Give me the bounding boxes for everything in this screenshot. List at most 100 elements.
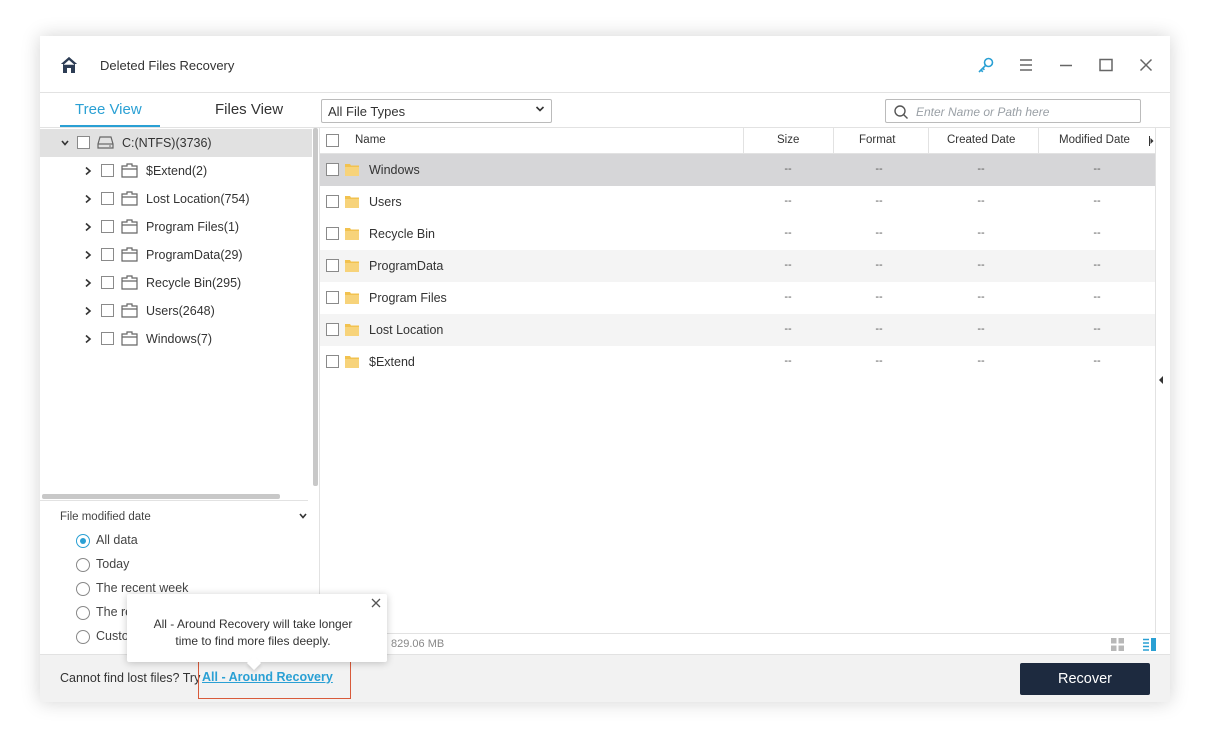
row-created: --	[977, 291, 985, 303]
chevron-down-icon[interactable]	[60, 138, 70, 148]
row-checkbox[interactable]	[326, 163, 339, 176]
tree-item[interactable]: Recycle Bin(295)	[40, 269, 312, 297]
row-size: --	[784, 355, 792, 367]
chevron-right-icon[interactable]	[84, 334, 92, 344]
folder-icon	[345, 292, 359, 304]
table-row[interactable]: Lost Location -- -- -- --	[320, 314, 1155, 346]
divider	[40, 500, 308, 501]
tree-item-checkbox[interactable]	[101, 248, 114, 261]
title-bar: Deleted Files Recovery	[40, 36, 1170, 93]
folder-outline-icon	[121, 163, 138, 178]
maximize-icon[interactable]	[1097, 56, 1115, 74]
tree-item[interactable]: Program Files(1)	[40, 213, 312, 241]
tree-root-checkbox[interactable]	[77, 136, 90, 149]
chevron-right-icon[interactable]	[84, 194, 92, 204]
select-all-checkbox[interactable]	[326, 134, 339, 147]
row-format: --	[875, 291, 883, 303]
row-checkbox[interactable]	[326, 291, 339, 304]
tree-item-checkbox[interactable]	[101, 220, 114, 233]
row-created: --	[977, 163, 985, 175]
table-row[interactable]: ProgramData -- -- -- --	[320, 250, 1155, 282]
close-icon[interactable]	[371, 598, 381, 608]
table-header: Name Size Format Created Date Modified D…	[320, 128, 1155, 154]
table-row[interactable]: Recycle Bin -- -- -- --	[320, 218, 1155, 250]
table-row[interactable]: Users -- -- -- --	[320, 186, 1155, 218]
caret-left-icon[interactable]	[1158, 376, 1164, 384]
chevron-right-icon[interactable]	[84, 278, 92, 288]
column-format[interactable]: Format	[859, 134, 895, 146]
folder-outline-icon	[121, 275, 138, 290]
tree-item[interactable]: Windows(7)	[40, 325, 312, 353]
tree-item-label: Users(2648)	[146, 304, 215, 318]
row-created: --	[977, 227, 985, 239]
row-created: --	[977, 259, 985, 271]
row-name: Lost Location	[369, 323, 444, 337]
list-view-icon[interactable]	[1142, 637, 1157, 652]
toolbar: Tree View Files View All File Types Ente…	[40, 93, 1170, 128]
file-list-pane: Name Size Format Created Date Modified D…	[320, 128, 1170, 654]
preview-divider	[1155, 128, 1156, 633]
chevron-right-icon[interactable]	[84, 250, 92, 260]
radio-label: Custo	[96, 629, 129, 643]
radio-button[interactable]	[76, 582, 90, 596]
column-separator[interactable]	[743, 128, 744, 154]
radio-button[interactable]	[76, 534, 90, 548]
chevron-right-icon[interactable]	[84, 222, 92, 232]
column-created-date[interactable]: Created Date	[947, 134, 1015, 146]
minimize-icon[interactable]	[1057, 56, 1075, 74]
tree-item-checkbox[interactable]	[101, 164, 114, 177]
column-separator[interactable]	[833, 128, 834, 154]
folder-icon	[345, 196, 359, 208]
tree-item[interactable]: Users(2648)	[40, 297, 312, 325]
row-checkbox[interactable]	[326, 259, 339, 272]
folder-icon	[345, 164, 359, 176]
tree-item-label: Program Files(1)	[146, 220, 240, 234]
column-separator[interactable]	[1038, 128, 1039, 154]
tree-item-checkbox[interactable]	[101, 332, 114, 345]
table-row[interactable]: Program Files -- -- -- --	[320, 282, 1155, 314]
tree-item-checkbox[interactable]	[101, 276, 114, 289]
grid-view-icon[interactable]	[1110, 637, 1125, 652]
chevron-right-icon[interactable]	[84, 166, 92, 176]
tree-item[interactable]: $Extend(2)	[40, 157, 312, 185]
tree-pane: C:(NTFS)(3736) $Extend(2) Lost Location(…	[40, 128, 320, 654]
table-row[interactable]: Windows -- -- -- --	[320, 154, 1155, 186]
recover-button[interactable]: Recover	[1020, 663, 1150, 695]
column-more-icon[interactable]	[1149, 136, 1154, 146]
column-name[interactable]: Name	[355, 134, 386, 146]
row-checkbox[interactable]	[326, 355, 339, 368]
tab-tree-view[interactable]: Tree View	[75, 101, 142, 118]
row-checkbox[interactable]	[326, 227, 339, 240]
tree-vertical-scrollbar[interactable]	[313, 128, 318, 486]
home-icon[interactable]	[60, 56, 78, 74]
chevron-right-icon[interactable]	[84, 306, 92, 316]
row-size: --	[784, 227, 792, 239]
file-type-select[interactable]: All File Types	[321, 99, 552, 123]
radio-button[interactable]	[76, 606, 90, 620]
highlight-frame	[198, 659, 351, 699]
table-row[interactable]: $Extend -- -- -- --	[320, 346, 1155, 378]
close-icon[interactable]	[1137, 56, 1155, 74]
tree-item-checkbox[interactable]	[101, 192, 114, 205]
search-placeholder: Enter Name or Path here	[916, 105, 1050, 119]
tab-files-view[interactable]: Files View	[215, 101, 283, 118]
row-checkbox[interactable]	[326, 323, 339, 336]
radio-button[interactable]	[76, 558, 90, 572]
row-size: --	[784, 323, 792, 335]
tree-item-checkbox[interactable]	[101, 304, 114, 317]
row-created: --	[977, 323, 985, 335]
key-icon[interactable]	[977, 56, 995, 74]
column-size[interactable]: Size	[777, 134, 799, 146]
search-icon	[894, 105, 908, 119]
row-checkbox[interactable]	[326, 195, 339, 208]
tree-root[interactable]: C:(NTFS)(3736)	[40, 129, 312, 157]
radio-button[interactable]	[76, 630, 90, 644]
column-modified-date[interactable]: Modified Date	[1059, 134, 1130, 146]
tree-horizontal-scrollbar[interactable]	[42, 494, 280, 499]
search-input[interactable]: Enter Name or Path here	[885, 99, 1141, 123]
column-separator[interactable]	[928, 128, 929, 154]
tree-item[interactable]: Lost Location(754)	[40, 185, 312, 213]
chevron-down-icon[interactable]	[298, 511, 308, 521]
tree-item[interactable]: ProgramData(29)	[40, 241, 312, 269]
menu-icon[interactable]	[1017, 56, 1035, 74]
